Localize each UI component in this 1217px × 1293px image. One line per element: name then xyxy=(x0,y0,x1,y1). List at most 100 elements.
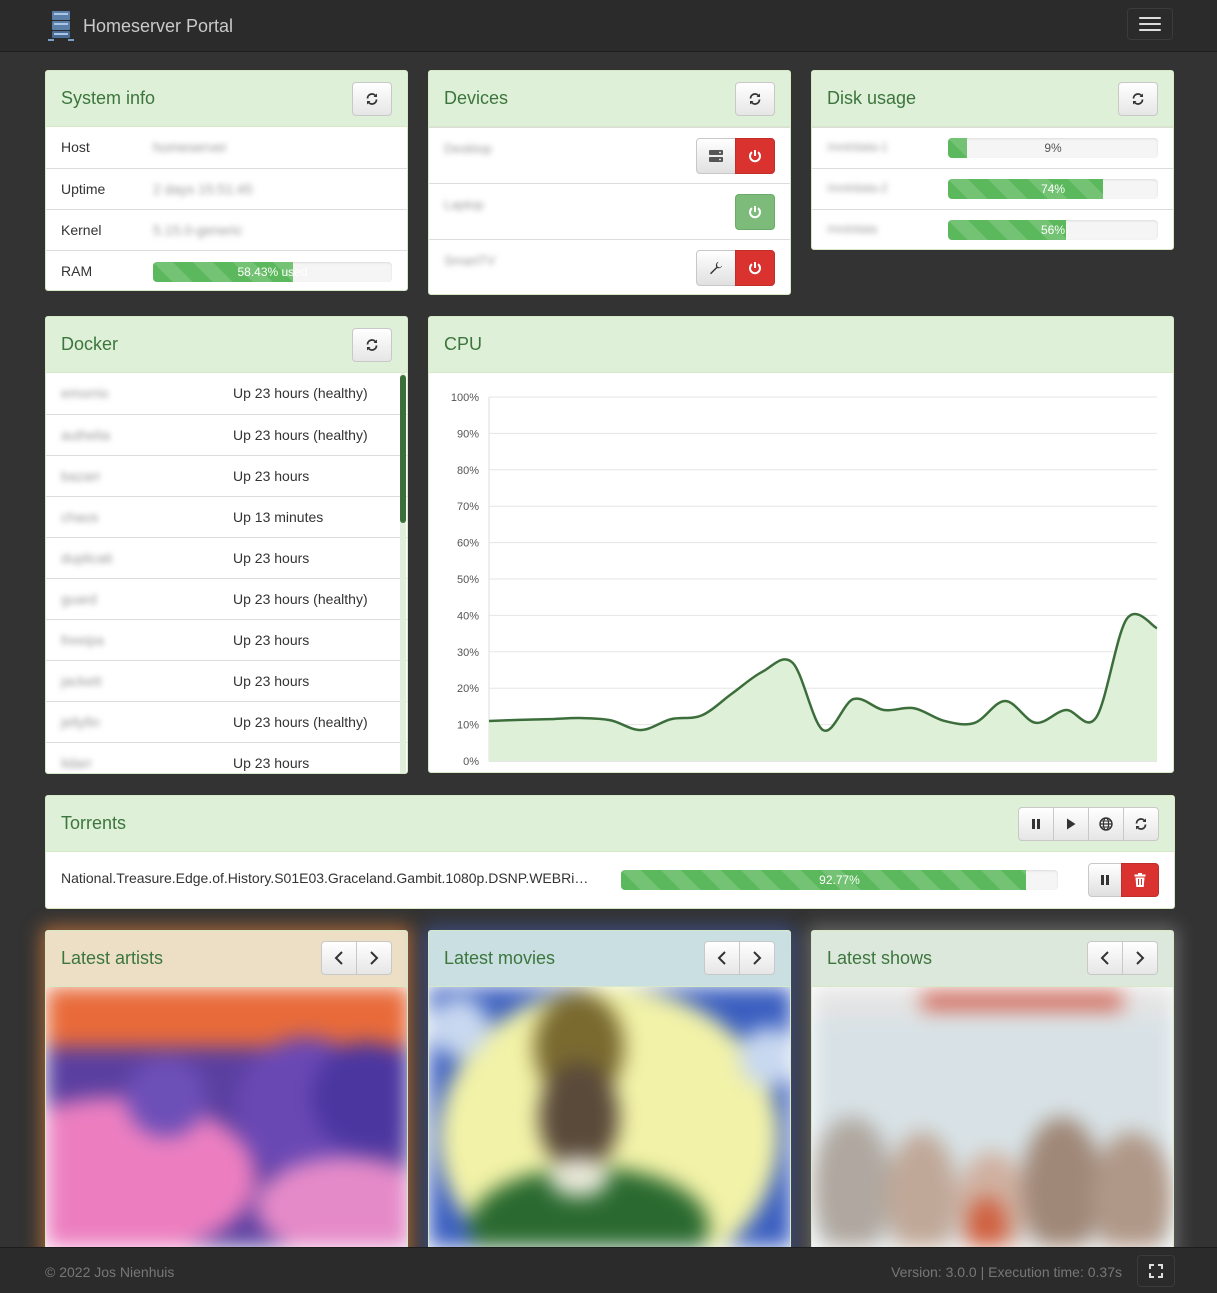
wrench-icon xyxy=(710,261,723,275)
panel-title: Docker xyxy=(61,334,119,354)
next-button[interactable] xyxy=(1122,941,1158,975)
show-poster-image[interactable] xyxy=(812,987,1173,1247)
next-button[interactable] xyxy=(739,941,775,975)
docker-row: bazarr Up 23 hours xyxy=(46,455,407,496)
disk-usage-panel: Disk usage /mnt/data-1 9% /mnt/data-2 74… xyxy=(811,70,1174,250)
latest-shows-panel: Latest shows xyxy=(811,930,1174,1260)
row-value: 5.15.0-generic xyxy=(153,222,243,238)
disk-row: /mnt/data-2 74% xyxy=(812,168,1173,209)
torrent-row: National.Treasure.Edge.of.History.S01E03… xyxy=(46,852,1174,908)
disk-progress: 9% xyxy=(948,138,1158,158)
cpu-chart: 0% 10% 20% 30% 40% 50% 60% 70% 80% 90% 100% xyxy=(451,392,1158,768)
container-name: lidarr xyxy=(61,755,93,771)
docker-scrollbar[interactable] xyxy=(400,373,406,773)
panel-title: Latest artists xyxy=(61,948,164,968)
docker-row: guard Up 23 hours (healthy) xyxy=(46,578,407,619)
y-tick-label: 50% xyxy=(457,574,479,586)
cpu-area-fill xyxy=(489,613,1157,761)
disk-progress-text: 74% xyxy=(1040,182,1066,196)
server-icon xyxy=(709,150,723,162)
torrents-refresh-button[interactable] xyxy=(1123,807,1159,841)
cpu-heading: CPU xyxy=(429,317,1173,373)
artist-cover-image[interactable] xyxy=(46,987,407,1247)
container-name: emorrio xyxy=(61,385,109,401)
docker-row: jackett Up 23 hours xyxy=(46,660,407,701)
brand[interactable]: Homeserver Portal xyxy=(45,10,233,42)
torrent-pause-button[interactable] xyxy=(1088,863,1122,897)
ram-progress-text: 58.43% used xyxy=(237,265,308,279)
device-power-button[interactable] xyxy=(735,250,775,286)
devices-refresh-button[interactable] xyxy=(735,82,775,116)
y-tick-label: 80% xyxy=(457,465,479,477)
resume-all-button[interactable] xyxy=(1053,807,1089,841)
docker-container-list[interactable]: emorrio Up 23 hours (healthy) authelia Up 2… xyxy=(46,373,407,773)
disk-row: /mnt/data 56% xyxy=(812,209,1173,249)
scrollbar-thumb[interactable] xyxy=(400,375,406,523)
devices-heading: Devices xyxy=(429,71,790,127)
menu-toggle-button[interactable] xyxy=(1127,8,1173,40)
previous-button[interactable] xyxy=(321,941,357,975)
panel-title: Devices xyxy=(444,88,509,108)
panel-title: Latest shows xyxy=(827,948,933,968)
refresh-icon xyxy=(749,93,761,105)
chevron-right-icon xyxy=(370,951,379,965)
latest-artists-heading: Latest artists xyxy=(46,931,407,987)
pause-all-button[interactable] xyxy=(1018,807,1054,841)
globe-icon xyxy=(1099,817,1113,831)
device-server-button[interactable] xyxy=(696,138,736,174)
docker-refresh-button[interactable] xyxy=(352,328,392,362)
chevron-right-icon xyxy=(1136,951,1145,965)
container-name: guard xyxy=(61,591,97,607)
trash-icon xyxy=(1134,873,1146,887)
disk-row: /mnt/data-1 9% xyxy=(812,127,1173,168)
devices-panel: Devices Desktop Laptop SmartTV xyxy=(428,70,791,295)
table-row: Host homeserver xyxy=(46,127,407,168)
device-name: SmartTV xyxy=(444,253,496,268)
torrent-progress: 92.77% xyxy=(621,870,1058,890)
panel-title: Disk usage xyxy=(827,88,917,108)
y-tick-label: 20% xyxy=(457,683,479,695)
panel-title: Latest movies xyxy=(444,948,556,968)
container-status: Up 23 hours (healthy) xyxy=(233,591,368,607)
movie-poster-image[interactable] xyxy=(429,987,790,1247)
device-row: SmartTV xyxy=(429,239,790,294)
docker-row: chaos Up 13 minutes xyxy=(46,496,407,537)
previous-button[interactable] xyxy=(1087,941,1123,975)
docker-row: duplicati Up 23 hours xyxy=(46,537,407,578)
cpu-panel: CPU 0% 10% 20% 30% 40% 50% 60% 70% 80% 90% 100% xyxy=(428,316,1174,773)
docker-row: authelia Up 23 hours (healthy) xyxy=(46,414,407,455)
device-power-button[interactable] xyxy=(735,194,775,230)
disk-name: /mnt/data-2 xyxy=(827,181,888,195)
alt-speed-button[interactable] xyxy=(1088,807,1124,841)
system-info-panel: System info Host homeserver Uptime 2 days … xyxy=(45,70,408,291)
copyright-text: © 2022 Jos Nienhuis xyxy=(45,1264,175,1280)
previous-button[interactable] xyxy=(704,941,740,975)
app-title: Homeserver Portal xyxy=(83,15,234,36)
disk-usage-refresh-button[interactable] xyxy=(1118,82,1158,116)
device-name: Laptop xyxy=(444,197,484,212)
container-status: Up 23 hours (healthy) xyxy=(233,385,368,401)
row-label: Host xyxy=(61,139,90,155)
refresh-icon xyxy=(1132,93,1144,105)
torrent-delete-button[interactable] xyxy=(1121,863,1159,897)
version-text: Version: 3.0.0 | Execution time: 0.37s xyxy=(891,1264,1122,1280)
row-value: 2 days 15:51:45 xyxy=(153,181,253,197)
row-value: homeserver xyxy=(153,139,227,155)
device-power-button[interactable] xyxy=(735,138,775,174)
container-status: Up 23 hours xyxy=(233,468,310,484)
y-tick-label: 60% xyxy=(457,538,479,550)
torrent-name: National.Treasure.Edge.of.History.S01E03… xyxy=(61,870,596,886)
container-name: freeipa xyxy=(61,632,104,648)
system-info-refresh-button[interactable] xyxy=(352,82,392,116)
device-settings-button[interactable] xyxy=(696,250,736,286)
docker-heading: Docker xyxy=(46,317,407,373)
next-button[interactable] xyxy=(356,941,392,975)
disk-progress-text: 9% xyxy=(1044,141,1062,155)
docker-panel: Docker emorrio Up 23 hours (healthy) authe… xyxy=(45,316,408,774)
container-status: Up 23 hours (healthy) xyxy=(233,427,368,443)
container-status: Up 23 hours xyxy=(233,755,310,771)
table-row: RAM 58.43% used xyxy=(46,250,407,290)
fullscreen-button[interactable] xyxy=(1137,1255,1175,1287)
container-status: Up 23 hours xyxy=(233,550,310,566)
chevron-left-icon xyxy=(334,951,343,965)
